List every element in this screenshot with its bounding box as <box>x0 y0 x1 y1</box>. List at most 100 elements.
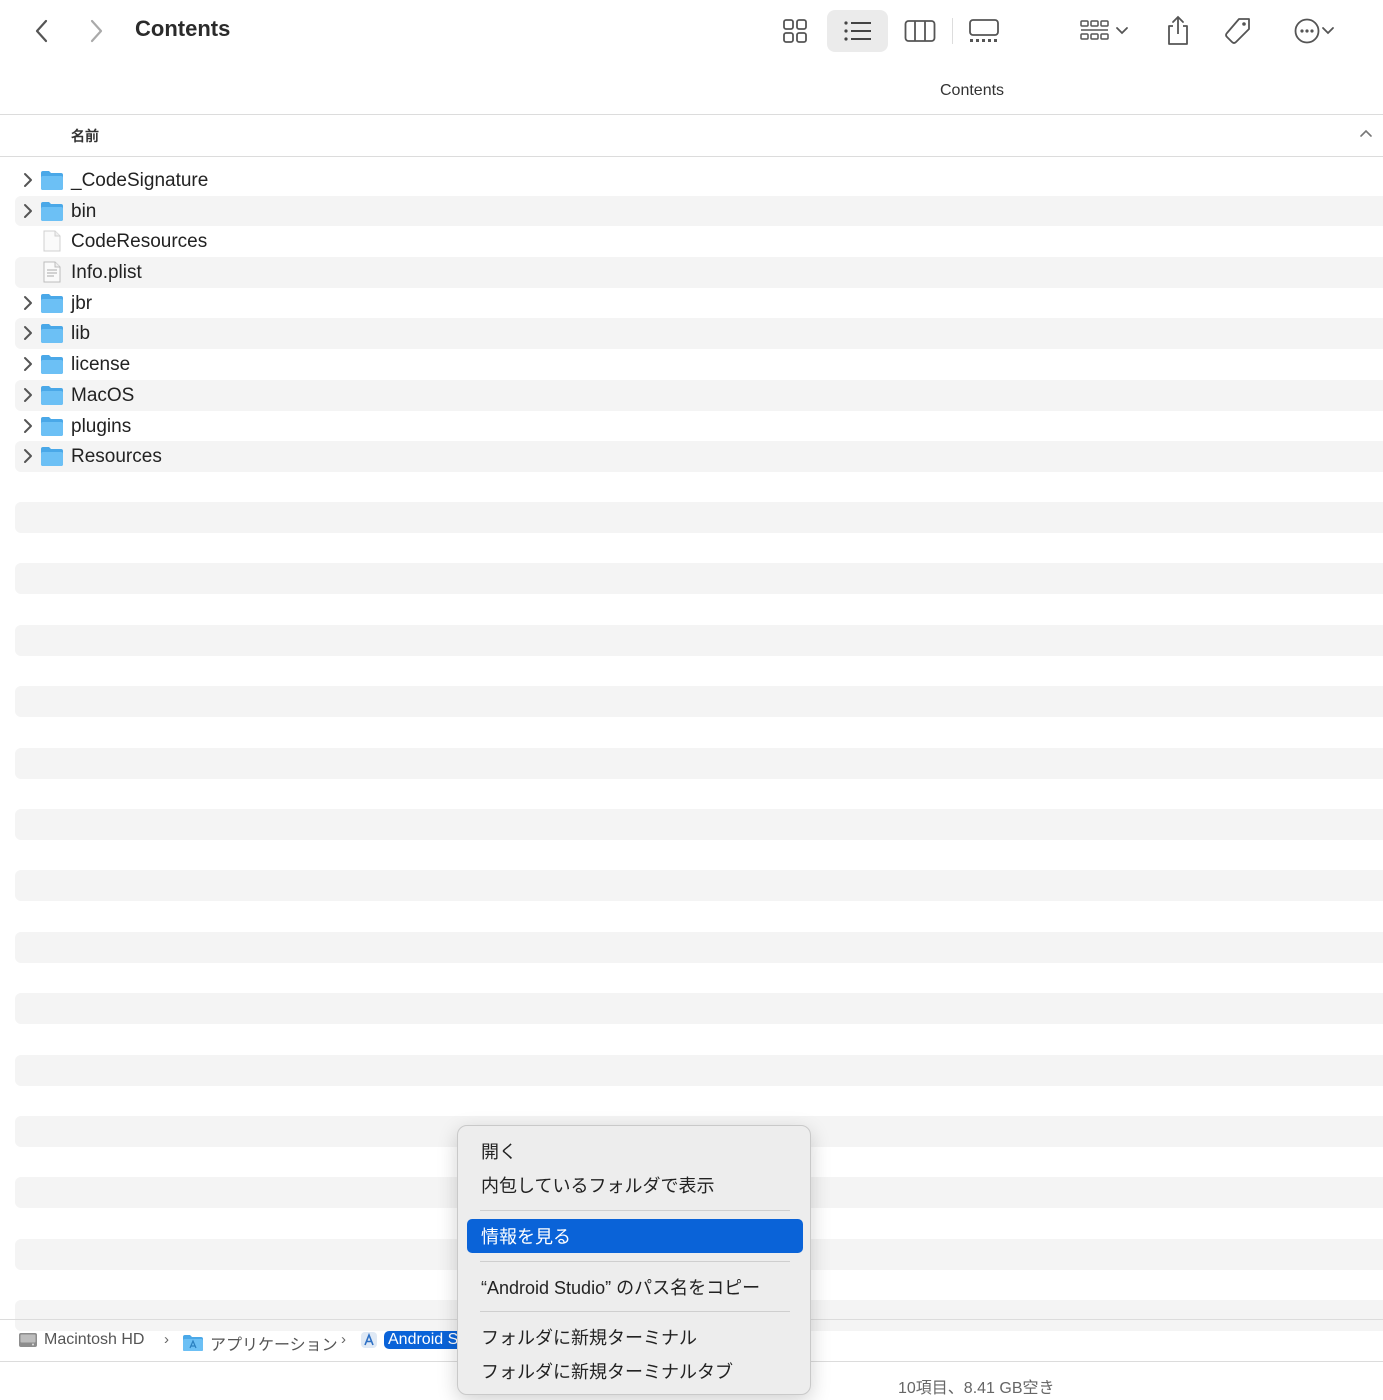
file-row-license[interactable]: license <box>0 349 1383 380</box>
file-name: CodeResources <box>71 231 208 253</box>
plist-file-icon <box>43 261 61 283</box>
folder-icon <box>41 324 63 344</box>
empty-stripe <box>15 931 1383 963</box>
menu-item-copy-pathname[interactable]: “Android Studio” のパス名をコピー <box>467 1270 803 1304</box>
menu-item-new-terminal-tab-at-folder[interactable]: フォルダに新規ターミナルタブ <box>467 1354 803 1388</box>
menu-item-show-in-enclosing-folder[interactable]: 内包しているフォルダで表示 <box>467 1168 803 1202</box>
path-item-label: Android S <box>384 1331 463 1349</box>
divider <box>0 156 1383 157</box>
disclosure-triangle-icon[interactable] <box>20 355 36 373</box>
path-separator: › <box>164 1331 169 1348</box>
tag-button[interactable] <box>1218 10 1258 52</box>
file-row-lib[interactable]: lib <box>0 318 1383 349</box>
folder-icon <box>41 447 63 467</box>
disclosure-triangle-icon[interactable] <box>20 171 36 189</box>
chevron-down-icon <box>1116 27 1128 35</box>
share-icon <box>1168 15 1188 45</box>
column-header[interactable]: 名前 <box>0 116 1383 156</box>
empty-stripe <box>15 686 1383 718</box>
disclosure-triangle-icon[interactable] <box>20 386 36 404</box>
path-item-label: アプリケーション <box>210 1337 338 1354</box>
name-column-header[interactable]: 名前 <box>71 126 99 146</box>
file-row-coderesources[interactable]: CodeResources <box>0 226 1383 257</box>
hard-disk-icon <box>19 1333 37 1347</box>
applications-folder-icon <box>183 1335 203 1351</box>
disclosure-triangle-icon[interactable] <box>20 324 36 342</box>
empty-stripe <box>15 747 1383 779</box>
file-name: bin <box>71 200 97 222</box>
disclosure-triangle-icon[interactable] <box>20 447 36 465</box>
disclosure-triangle-icon[interactable] <box>20 417 36 435</box>
group-by-icon <box>1080 20 1109 40</box>
ellipsis-circle-icon <box>1294 18 1320 44</box>
tag-icon <box>1225 18 1250 44</box>
empty-stripe <box>15 1054 1383 1086</box>
file-row-macos[interactable]: MacOS <box>0 379 1383 411</box>
context-menu: 開く 内包しているフォルダで表示 情報を見る “Android Studio” … <box>457 1125 811 1395</box>
file-row-codesignature[interactable]: _CodeSignature <box>0 165 1383 196</box>
more-actions-button[interactable] <box>1284 10 1344 52</box>
file-row-resources[interactable]: Resources <box>0 441 1383 472</box>
list-view-button[interactable] <box>827 10 888 52</box>
folder-icon <box>41 385 63 405</box>
folder-icon <box>41 293 63 313</box>
empty-stripe <box>15 502 1383 533</box>
empty-stripe <box>15 563 1383 595</box>
file-name: jbr <box>71 292 93 314</box>
toolbar-divider <box>952 18 953 44</box>
menu-separator <box>480 1311 790 1312</box>
chevron-right-icon <box>90 19 103 43</box>
file-name: plugins <box>71 415 132 437</box>
path-item-applications[interactable]: アプリケーション <box>182 1331 338 1355</box>
icon-view-button[interactable] <box>774 10 816 52</box>
tab-title: Contents <box>940 82 1005 99</box>
gallery-view-button[interactable] <box>962 10 1006 52</box>
sort-ascending-icon <box>1360 129 1372 137</box>
file-row-plugins[interactable]: plugins <box>0 411 1383 442</box>
status-text: 10項目、8.41 GB空き <box>898 1380 1055 1397</box>
column-view-icon <box>904 20 936 42</box>
file-name: MacOS <box>71 384 135 406</box>
folder-icon <box>41 416 63 436</box>
folder-icon <box>41 171 63 190</box>
app-icon <box>361 1332 377 1348</box>
folder-icon <box>41 201 63 221</box>
path-item-label: Macintosh HD <box>44 1331 145 1348</box>
path-item-android-studio[interactable]: Android S <box>360 1331 463 1349</box>
menu-separator <box>480 1261 790 1262</box>
file-name: Info.plist <box>71 262 142 284</box>
empty-stripe <box>15 993 1383 1025</box>
empty-stripe <box>15 624 1383 656</box>
file-name: license <box>71 354 131 376</box>
path-item-macintosh-hd[interactable]: Macintosh HD <box>18 1331 144 1349</box>
file-row-bin[interactable]: bin <box>0 195 1383 227</box>
forward-button[interactable] <box>80 14 112 48</box>
toolbar: Contents <box>0 0 1383 62</box>
disclosure-triangle-icon[interactable] <box>20 202 36 220</box>
group-by-button[interactable] <box>1072 10 1136 52</box>
file-row-jbr[interactable]: jbr <box>0 288 1383 319</box>
chevron-down-icon <box>1322 27 1334 35</box>
list-view-icon <box>843 21 871 41</box>
disclosure-triangle-icon[interactable] <box>20 294 36 312</box>
file-name: Resources <box>71 446 162 468</box>
icon-view-icon <box>783 19 807 43</box>
path-separator: › <box>341 1331 346 1348</box>
divider <box>0 114 1383 115</box>
menu-item-get-info[interactable]: 情報を見る <box>467 1219 803 1253</box>
menu-separator <box>480 1210 790 1211</box>
chevron-left-icon <box>35 19 48 43</box>
share-button[interactable] <box>1158 10 1198 52</box>
empty-stripe <box>15 870 1383 902</box>
column-view-button[interactable] <box>898 10 942 52</box>
file-list: _CodeSignature bin CodeResources Info.pl… <box>0 165 1383 472</box>
file-name: _CodeSignature <box>71 170 209 191</box>
file-name: lib <box>71 323 91 345</box>
back-button[interactable] <box>26 14 58 48</box>
empty-stripe <box>15 809 1383 840</box>
window-title: Contents <box>135 16 231 41</box>
document-icon <box>43 230 61 252</box>
menu-item-open[interactable]: 開く <box>467 1134 803 1168</box>
file-row-info-plist[interactable]: Info.plist <box>0 257 1383 288</box>
menu-item-new-terminal-at-folder[interactable]: フォルダに新規ターミナル <box>467 1320 803 1354</box>
